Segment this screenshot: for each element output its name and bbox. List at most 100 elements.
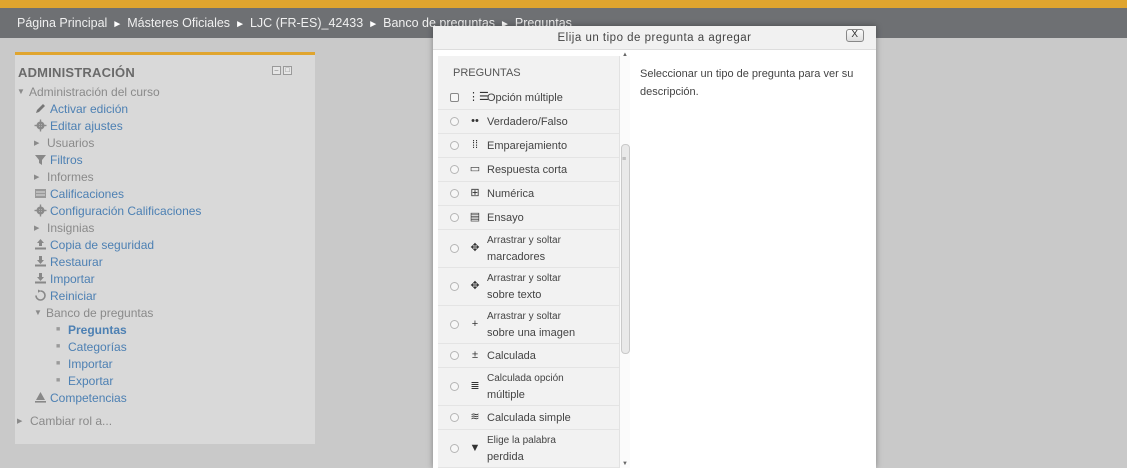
option-label: Emparejamiento [487, 138, 567, 154]
option-radio[interactable] [450, 141, 459, 150]
question-type-option[interactable]: ≋ Calculada simple [438, 406, 624, 430]
tree-item-importar[interactable]: Importar [15, 270, 315, 287]
question-type-option[interactable]: ✥ Arrastrar y soltar sobre texto [438, 268, 624, 306]
option-radio[interactable] [450, 320, 459, 329]
option-label: Opción múltiple [487, 90, 563, 106]
tree-item-filtros[interactable]: Filtros [15, 151, 315, 168]
question-type-option[interactable]: ✥ Arrastrar y soltar marcadores [438, 230, 624, 268]
option-radio[interactable] [450, 413, 459, 422]
tree-item-label: Configuración Calificaciones [50, 203, 202, 218]
option-radio[interactable] [450, 165, 459, 174]
tree-item-label: Importar [68, 356, 113, 371]
download-icon [35, 256, 46, 267]
option-radio[interactable] [450, 382, 459, 391]
option-label: Arrastrar y soltar sobre una imagen [487, 309, 575, 341]
tree-item-editar-ajustes[interactable]: Editar ajustes [15, 117, 315, 134]
tree-item-restaurar[interactable]: Restaurar [15, 253, 315, 270]
option-radio[interactable] [450, 189, 459, 198]
tree-item-copia-seguridad[interactable]: Copia de seguridad [15, 236, 315, 253]
switch-role-node[interactable]: ▶ Cambiar rol a... [15, 412, 315, 429]
option-label-line: Calculada simple [487, 412, 571, 424]
tree-item-preguntas[interactable]: ■ Preguntas [15, 321, 315, 338]
question-type-option[interactable]: ▼ Elige la palabra perdida [438, 430, 624, 468]
option-label: Calculada opción múltiple [487, 371, 564, 403]
option-label-line: Arrastrar y soltar [487, 273, 561, 284]
tree-item-informes[interactable]: ▶ Informes [15, 168, 315, 185]
tree-item-label: Usuarios [47, 135, 95, 150]
tree-item-label: Insignias [47, 220, 95, 235]
question-type-option[interactable]: ▭ Respuesta corta [438, 158, 624, 182]
question-type-option[interactable]: ± Calculada [438, 344, 624, 368]
option-label-line: Elige la palabra [487, 435, 556, 446]
option-radio[interactable] [450, 93, 459, 102]
tree-item-activar-edicion[interactable]: Activar edición [15, 100, 315, 117]
dock-block-icon[interactable]: – [272, 65, 281, 75]
section-heading: PREGUNTAS [453, 67, 521, 79]
question-type-option[interactable]: ⊞ Numérica [438, 182, 624, 206]
option-label: Numérica [487, 186, 534, 202]
options-scrollbar[interactable]: ▲ ≡ ▼ [619, 52, 630, 468]
tree-item-banco-preguntas[interactable]: ▼ Banco de preguntas [15, 304, 315, 321]
breadcrumb-home[interactable]: Página Principal [17, 16, 107, 30]
tree-item-label: Restaurar [50, 254, 103, 269]
breadcrumb-course[interactable]: LJC (FR-ES)_42433 [250, 16, 363, 30]
option-label-line: múltiple [487, 389, 525, 401]
option-label-line: sobre una imagen [487, 327, 576, 339]
tree-item-usuarios[interactable]: ▶ Usuarios [15, 134, 315, 151]
breadcrumb-separator-icon: ► [235, 19, 245, 30]
scroll-up-icon[interactable]: ▲ [622, 52, 628, 58]
option-label: Calculada simple [487, 410, 571, 426]
tree-item-exportar[interactable]: ■ Exportar [15, 372, 315, 389]
hide-block-icon[interactable]: □ [283, 65, 292, 75]
tree-item-importar-preguntas[interactable]: ■ Importar [15, 355, 315, 372]
option-radio[interactable] [450, 444, 459, 453]
match-icon: ⁞⁞ [471, 139, 479, 151]
course-admin-node[interactable]: ▼ Administración del curso [15, 83, 315, 100]
tree-item-categorias[interactable]: ■ Categorías [15, 338, 315, 355]
tree-item-label: Calificaciones [50, 186, 125, 201]
question-type-option[interactable]: ⋮☰ Opción múltiple [438, 86, 624, 110]
option-radio[interactable] [450, 282, 459, 291]
pencil-icon [36, 104, 45, 113]
administration-title: ADMINISTRACIÓN [18, 64, 135, 80]
scrollbar-thumb[interactable] [621, 144, 630, 354]
competencies-icon [35, 392, 46, 403]
option-radio[interactable] [450, 351, 459, 360]
option-radio[interactable] [450, 117, 459, 126]
tree-item-reiniciar[interactable]: Reiniciar [15, 287, 315, 304]
tree-item-label: Editar ajustes [50, 118, 123, 133]
tree-item-configuracion-calificaciones[interactable]: Configuración Calificaciones [15, 202, 315, 219]
question-type-option[interactable]: ≣ Calculada opción múltiple [438, 368, 624, 406]
tree-item-competencias[interactable]: Competencias [15, 389, 315, 406]
question-type-option[interactable]: ⁞⁞ Emparejamiento [438, 134, 624, 158]
question-type-option[interactable]: •• Verdadero/Falso [438, 110, 624, 134]
question-type-option[interactable]: + Arrastrar y soltar sobre una imagen [438, 306, 624, 344]
option-label-line: Arrastrar y soltar [487, 311, 561, 322]
table-icon [35, 189, 46, 198]
option-label-line: Emparejamiento [487, 140, 568, 152]
upload-icon [35, 239, 46, 250]
gapselect-icon: ▼ [469, 442, 481, 454]
multichoice-icon: ⋮☰ [468, 91, 489, 103]
tree-item-insignias[interactable]: ▶ Insignias [15, 219, 315, 236]
caret-down-icon: ▼ [17, 87, 25, 96]
calcmulti-icon: ≣ [470, 380, 480, 392]
caret-down-icon: ▼ [34, 308, 42, 317]
bullet-icon: ■ [56, 377, 61, 384]
close-button[interactable]: X [846, 29, 864, 42]
option-radio[interactable] [450, 213, 459, 222]
tree-item-label: Preguntas [68, 322, 127, 337]
option-label: Ensayo [487, 210, 524, 226]
shortanswer-icon: ▭ [469, 163, 481, 175]
block-controls: – □ [272, 65, 292, 75]
tree-item-calificaciones[interactable]: Calificaciones [15, 185, 315, 202]
gear-icon [34, 119, 47, 132]
scroll-down-icon[interactable]: ▼ [622, 461, 628, 467]
bullet-icon: ■ [56, 326, 61, 333]
question-type-option[interactable]: ▤ Ensayo [438, 206, 624, 230]
truefalse-icon: •• [471, 115, 479, 127]
breadcrumb-masters[interactable]: Másteres Oficiales [127, 16, 230, 30]
option-label-line: marcadores [487, 251, 546, 263]
option-radio[interactable] [450, 244, 459, 253]
option-label-line: Calculada [487, 350, 536, 362]
